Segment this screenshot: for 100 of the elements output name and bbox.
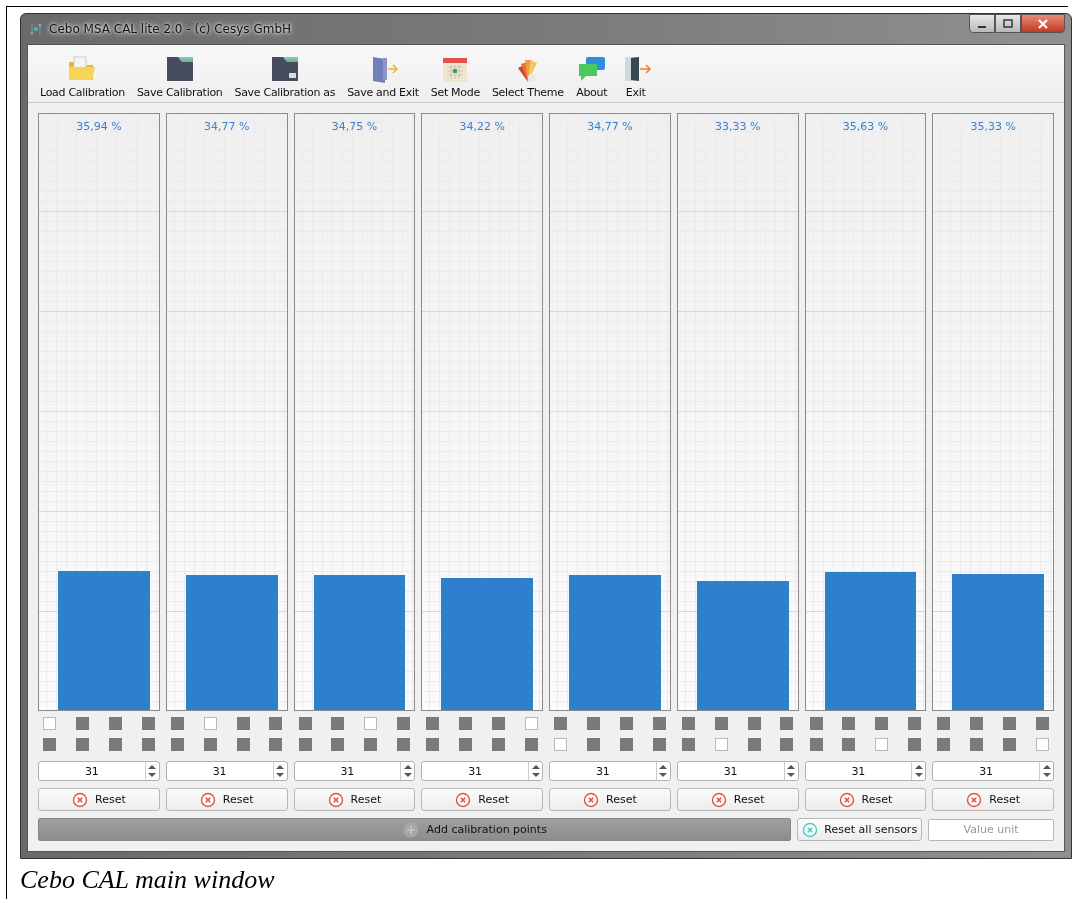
indicator-square[interactable] xyxy=(108,738,122,751)
indicator-square[interactable] xyxy=(842,738,856,751)
spin-box[interactable]: 31 xyxy=(932,761,1054,781)
indicator-square[interactable] xyxy=(203,738,217,751)
spin-box[interactable]: 31 xyxy=(38,761,160,781)
indicator-square[interactable] xyxy=(524,738,538,751)
indicator-square[interactable] xyxy=(681,717,695,730)
indicator-square[interactable] xyxy=(780,738,794,751)
toolbar-button[interactable]: Save Calibration as xyxy=(230,54,340,99)
indicator-square[interactable] xyxy=(524,717,538,730)
spin-box[interactable]: 31 xyxy=(804,761,927,781)
toolbar-button[interactable]: Set Mode xyxy=(426,54,484,99)
reset-all-button[interactable]: Reset all sensors xyxy=(797,818,922,841)
indicator-square[interactable] xyxy=(747,717,761,730)
indicator-square[interactable] xyxy=(298,738,312,751)
indicator-square[interactable] xyxy=(875,717,889,730)
indicator-square[interactable] xyxy=(1035,717,1049,730)
indicator-square[interactable] xyxy=(937,717,951,730)
spin-box[interactable]: 31 xyxy=(549,761,671,781)
indicator-square[interactable] xyxy=(459,717,473,730)
indicator-square[interactable] xyxy=(1035,738,1049,751)
minimize-button[interactable] xyxy=(969,14,995,33)
indicator-square[interactable] xyxy=(298,717,312,730)
clear-icon xyxy=(583,791,599,808)
toolbar-button[interactable]: Select Theme xyxy=(487,54,568,99)
indicator-square[interactable] xyxy=(681,738,695,751)
spin-arrows-icon xyxy=(147,763,158,779)
indicator-square[interactable] xyxy=(747,738,761,751)
indicator-square[interactable] xyxy=(492,738,506,751)
indicator-square[interactable] xyxy=(170,717,184,730)
indicator-square[interactable] xyxy=(619,717,633,730)
indicator-square[interactable] xyxy=(780,717,794,730)
reset-button[interactable]: Reset xyxy=(38,788,160,811)
indicator-square[interactable] xyxy=(1003,738,1017,751)
reset-button[interactable]: Reset xyxy=(932,788,1054,811)
indicator-square[interactable] xyxy=(170,738,184,751)
toolbar-button[interactable]: About xyxy=(571,54,612,99)
value-unit-field[interactable]: Value unit xyxy=(928,818,1054,841)
indicator-square[interactable] xyxy=(269,717,283,730)
indicator-square[interactable] xyxy=(75,738,89,751)
indicator-square[interactable] xyxy=(364,738,378,751)
indicator-square[interactable] xyxy=(586,717,600,730)
spin-arrows-icon xyxy=(275,763,285,779)
window-title: Cebo MSA CAL lite 2.0 - (c) Cesys GmbH xyxy=(49,22,292,36)
toolbar-button[interactable]: Load Calibration xyxy=(36,54,129,99)
indicator-square[interactable] xyxy=(492,717,506,730)
indicator-square[interactable] xyxy=(714,738,728,751)
indicator-square[interactable] xyxy=(554,738,567,751)
percent-label: 35,94 % xyxy=(76,120,122,133)
indicator-square[interactable] xyxy=(203,717,217,730)
indicator-square[interactable] xyxy=(908,738,922,751)
indicator-square[interactable] xyxy=(236,717,250,730)
indicator-square[interactable] xyxy=(586,738,600,751)
spin-box[interactable]: 31 xyxy=(293,761,416,781)
spin-box[interactable]: 31 xyxy=(676,761,799,781)
indicator-square[interactable] xyxy=(652,738,666,751)
indicator-square[interactable] xyxy=(714,717,728,730)
indicator-square[interactable] xyxy=(809,738,823,751)
indicator-square[interactable] xyxy=(619,738,633,751)
indicator-square[interactable] xyxy=(331,717,345,730)
indicator-square[interactable] xyxy=(331,738,345,751)
spin-box[interactable]: 31 xyxy=(421,761,543,781)
clear-icon xyxy=(327,791,344,808)
reset-button[interactable]: Reset xyxy=(421,788,543,811)
reset-button[interactable]: Reset xyxy=(804,788,927,811)
add-calibration-button[interactable]: Add calibration points xyxy=(38,818,792,841)
indicator-square[interactable] xyxy=(426,717,440,730)
indicator-square[interactable] xyxy=(970,717,984,730)
indicator-square[interactable] xyxy=(397,738,411,751)
indicator-square[interactable] xyxy=(809,717,823,730)
indicator-square[interactable] xyxy=(908,717,922,730)
indicator-square[interactable] xyxy=(141,738,155,751)
indicator-square[interactable] xyxy=(236,738,250,751)
reset-button[interactable]: Reset xyxy=(676,788,799,811)
reset-button[interactable]: Reset xyxy=(549,788,671,811)
indicator-square[interactable] xyxy=(875,738,889,751)
toolbar-button[interactable]: Save Calibration xyxy=(132,54,227,99)
toolbar-button[interactable]: Exit xyxy=(615,54,656,99)
indicator-square[interactable] xyxy=(842,717,856,730)
indicator-square[interactable] xyxy=(1003,717,1017,730)
indicator-square[interactable] xyxy=(397,717,411,730)
indicator-square[interactable] xyxy=(43,717,56,730)
indicator-square[interactable] xyxy=(141,717,155,730)
indicator-square[interactable] xyxy=(75,717,89,730)
indicator-square[interactable] xyxy=(459,738,473,751)
spin-box[interactable]: 31 xyxy=(165,761,288,781)
indicator-square[interactable] xyxy=(937,738,951,751)
toolbar-button[interactable]: Save and Exit xyxy=(343,54,423,99)
reset-button[interactable]: Reset xyxy=(165,788,288,811)
indicator-square[interactable] xyxy=(970,738,984,751)
indicator-square[interactable] xyxy=(108,717,122,730)
indicator-square[interactable] xyxy=(652,717,666,730)
maximize-button[interactable] xyxy=(995,14,1021,33)
indicator-square[interactable] xyxy=(269,738,283,751)
spin-arrows-icon xyxy=(913,763,924,779)
indicator-square[interactable] xyxy=(426,738,440,751)
reset-button[interactable]: Reset xyxy=(293,788,416,811)
close-button[interactable] xyxy=(1021,14,1065,33)
clear-icon xyxy=(838,791,855,808)
indicator-square[interactable] xyxy=(364,717,378,730)
